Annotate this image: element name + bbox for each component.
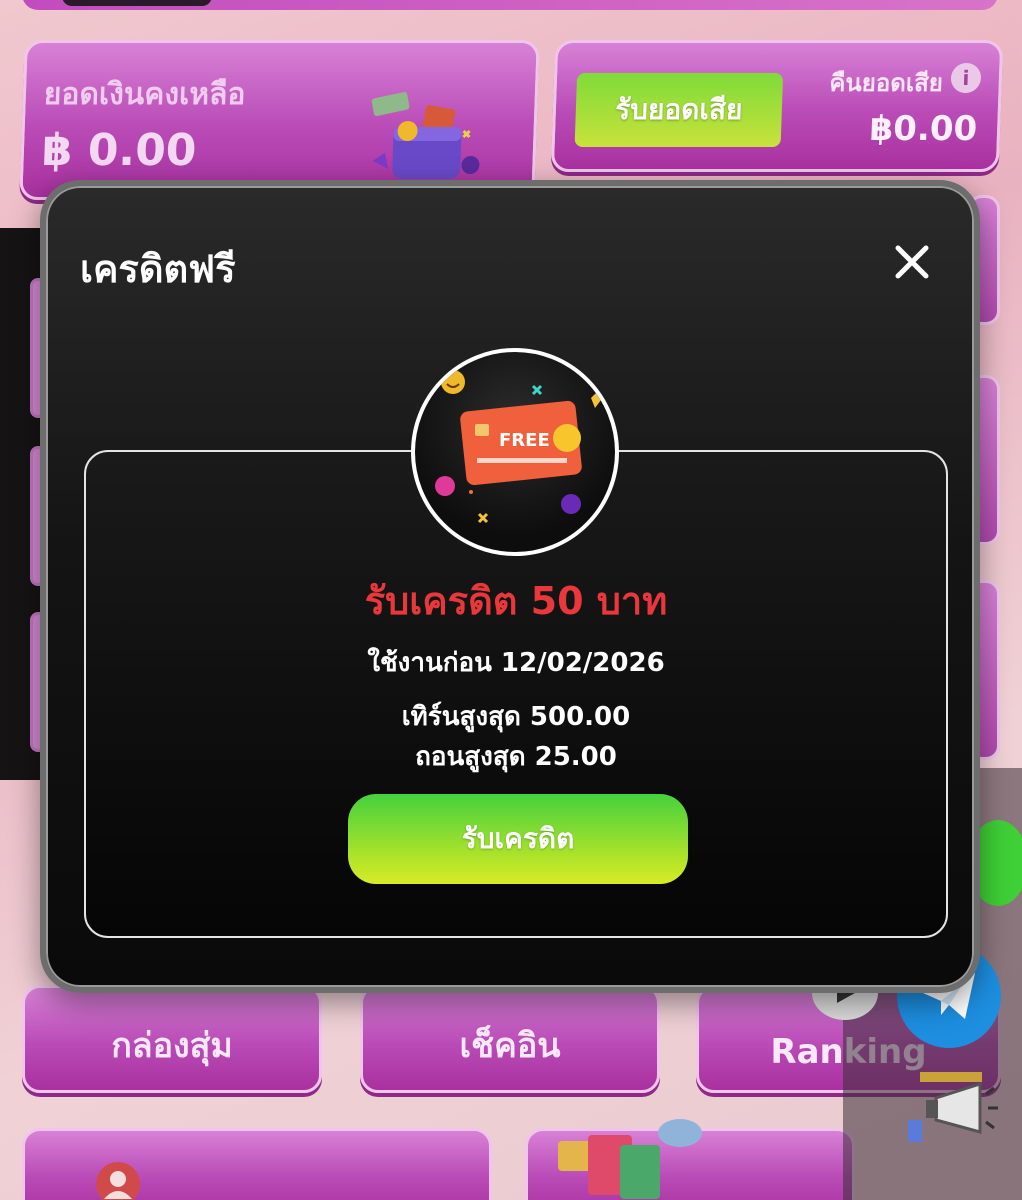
random-box-tile[interactable]: กล่องสุ่ม xyxy=(22,985,322,1093)
free-credit-badge: FREE xyxy=(411,348,619,556)
info-icon[interactable]: i xyxy=(950,63,982,93)
profile-promo-card[interactable] xyxy=(22,1128,492,1200)
badge-free-text: FREE xyxy=(499,430,550,451)
random-box-label: กล่องสุ่ม xyxy=(111,1026,233,1066)
shop-promo-card[interactable] xyxy=(525,1119,855,1200)
balance-value: ฿ 0.00 xyxy=(41,125,198,176)
shopping-bags-icon xyxy=(558,1119,702,1199)
free-credit-modal: เครดิตฟรี รับเครดิต 50 บาท ใช้งานก่อน 12… xyxy=(40,180,980,993)
wallet-icon xyxy=(371,92,480,179)
max-turnover: เทิร์นสูงสุด 500.00 xyxy=(401,702,631,732)
cashback-card: รับยอดเสีย คืนยอดเสีย i ฿0.00 xyxy=(550,40,1004,172)
max-withdraw: ถอนสูงสุด 25.00 xyxy=(415,742,617,772)
cashback-value: ฿0.00 xyxy=(868,109,978,149)
balance-label: ยอดเงินคงเหลือ xyxy=(43,77,247,112)
credit-amount: รับเครดิต 50 บาท xyxy=(364,579,668,623)
close-icon xyxy=(895,245,929,279)
balance-card: ยอดเงินคงเหลือ ฿ 0.00 xyxy=(19,40,540,200)
cashback-label: คืนยอดเสีย xyxy=(828,69,944,97)
claim-cashback-button[interactable]: รับยอดเสีย xyxy=(574,73,784,147)
check-in-label: เช็คอิน xyxy=(459,1026,561,1066)
free-card-icon: FREE xyxy=(435,370,601,524)
claim-credit-button[interactable]: รับเครดิต xyxy=(348,794,688,884)
expiry-date: ใช้งานก่อน 12/02/2026 xyxy=(367,648,665,678)
megaphone-icon[interactable] xyxy=(900,1070,1000,1160)
top-header-strip xyxy=(22,0,998,10)
modal-title: เครดิตฟรี xyxy=(80,247,236,291)
user-avatar-icon xyxy=(96,1162,140,1200)
close-button[interactable] xyxy=(890,240,934,284)
check-in-tile[interactable]: เช็คอิน xyxy=(360,985,660,1093)
